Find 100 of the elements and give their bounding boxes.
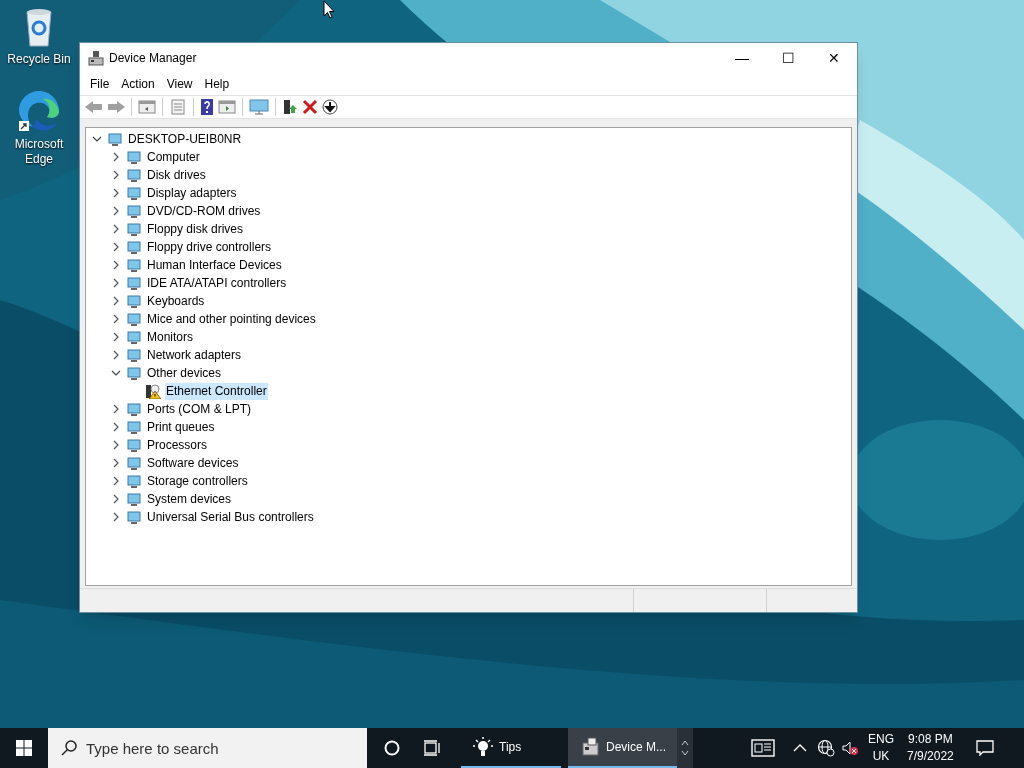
device-icon — [107, 131, 123, 147]
chevron-right-icon[interactable] — [111, 440, 121, 450]
chevron-right-icon[interactable] — [111, 152, 121, 162]
download-icon[interactable] — [321, 99, 339, 115]
device-icon — [126, 167, 142, 183]
desktop-icon-label[interactable]: Microsoft Edge — [4, 137, 74, 167]
chevron-right-icon[interactable] — [111, 314, 121, 324]
menu-item[interactable]: Action — [115, 75, 161, 93]
clock-time[interactable]: 9:08 PM — [908, 731, 953, 748]
device-icon — [126, 275, 142, 291]
chevron-right-icon[interactable] — [111, 458, 121, 468]
help-icon[interactable] — [199, 99, 215, 115]
tree-item[interactable]: System devices — [146, 490, 233, 508]
tree-item[interactable]: Floppy disk drives — [146, 220, 245, 238]
monitor-icon[interactable] — [248, 99, 270, 115]
tree-item[interactable]: Display adapters — [146, 184, 238, 202]
device-icon — [126, 149, 142, 165]
chevron-right-icon[interactable] — [111, 404, 121, 414]
globe-icon[interactable] — [817, 739, 835, 757]
taskbar-app-button[interactable]: Tips — [461, 728, 561, 768]
menu-item[interactable]: Help — [198, 75, 236, 93]
desktop-icon-label[interactable]: Recycle Bin — [4, 52, 74, 67]
forward-arrow-icon[interactable] — [106, 99, 126, 115]
clock-date[interactable]: 7/9/2022 — [907, 748, 954, 765]
console-tree-icon[interactable] — [137, 99, 157, 115]
device-manager-icon — [88, 50, 104, 66]
language-indicator[interactable]: ENG — [868, 731, 894, 748]
tree-item[interactable]: Mice and other pointing devices — [146, 310, 317, 328]
windows-start-icon[interactable] — [16, 740, 32, 756]
maximize-button[interactable]: ☐ — [765, 43, 811, 73]
tree-item[interactable]: Network adapters — [146, 346, 243, 364]
device-icon — [126, 401, 142, 417]
device-icon — [126, 293, 142, 309]
notifications-icon[interactable] — [975, 740, 994, 756]
tree-item[interactable]: DESKTOP-UEIB0NR — [127, 130, 243, 148]
chevron-right-icon[interactable] — [111, 512, 121, 522]
news-icon[interactable] — [751, 739, 775, 757]
tree-item[interactable]: Monitors — [146, 328, 194, 346]
chevron-right-icon[interactable] — [111, 494, 121, 504]
device-icon — [126, 221, 142, 237]
taskbar-app-button[interactable]: Device M... — [568, 728, 677, 768]
chevron-right-icon[interactable] — [111, 332, 121, 342]
tree-item[interactable]: Floppy drive controllers — [146, 238, 273, 256]
chevron-right-icon[interactable] — [111, 170, 121, 180]
device-manager-icon — [580, 737, 600, 757]
chevron-down-icon[interactable] — [111, 368, 121, 378]
device-icon — [126, 455, 142, 471]
chevron-right-icon[interactable] — [111, 422, 121, 432]
device-icon — [126, 203, 142, 219]
tree-item[interactable]: IDE ATA/ATAPI controllers — [146, 274, 288, 292]
menu-item[interactable]: View — [160, 75, 199, 93]
chevron-right-icon[interactable] — [111, 296, 121, 306]
cortana-circle-icon[interactable] — [384, 740, 400, 756]
speaker-muted-icon[interactable] — [841, 740, 859, 756]
search-icon — [60, 739, 78, 757]
search-field[interactable]: Type here to search — [48, 728, 367, 768]
tree-item[interactable]: Computer — [146, 148, 201, 166]
tree-item[interactable]: Software devices — [146, 454, 240, 472]
tree-item[interactable]: Other devices — [146, 364, 223, 382]
chevron-right-icon[interactable] — [111, 206, 121, 216]
tree-item[interactable]: Storage controllers — [146, 472, 249, 490]
chevron-right-icon[interactable] — [111, 242, 121, 252]
close-icon[interactable] — [301, 99, 319, 115]
chevron-up-icon[interactable] — [793, 743, 807, 753]
close-button[interactable]: ✕ — [811, 43, 857, 73]
device-icon — [126, 365, 142, 381]
lightbulb-icon — [473, 737, 493, 757]
menu-item[interactable]: File — [84, 75, 116, 93]
task-view-icon[interactable] — [423, 740, 441, 756]
device-icon — [126, 437, 142, 453]
tree-item[interactable]: Universal Serial Bus controllers — [146, 508, 315, 526]
chevron-right-icon[interactable] — [111, 476, 121, 486]
tree-item[interactable]: Ethernet Controller — [165, 382, 268, 400]
device-icon — [126, 347, 142, 363]
device-icon — [126, 257, 142, 273]
tree-item[interactable]: Disk drives — [146, 166, 207, 184]
device-icon — [126, 473, 142, 489]
tree-item[interactable]: Keyboards — [146, 292, 206, 310]
device-icon — [126, 509, 142, 525]
chevron-down-icon[interactable] — [92, 134, 102, 144]
back-arrow-icon[interactable] — [84, 99, 104, 115]
language-indicator[interactable]: UK — [872, 748, 890, 765]
minimize-button[interactable]: — — [719, 43, 765, 73]
edge-logo-icon[interactable] — [17, 89, 61, 133]
chevron-right-icon[interactable] — [111, 188, 121, 198]
tree-item[interactable]: Ports (COM & LPT) — [146, 400, 252, 418]
taskbar-scroll[interactable] — [677, 728, 693, 768]
chevron-right-icon[interactable] — [111, 278, 121, 288]
tree-item[interactable]: Processors — [146, 436, 209, 454]
chevron-right-icon[interactable] — [111, 260, 121, 270]
window-title: Device Manager — [109, 50, 197, 67]
tree-item[interactable]: Human Interface Devices — [146, 256, 283, 274]
chevron-down-icon — [681, 750, 689, 756]
update-driver-icon[interactable] — [281, 99, 299, 115]
chevron-right-icon[interactable] — [111, 224, 121, 234]
chevron-right-icon[interactable] — [111, 350, 121, 360]
device-icon — [126, 185, 142, 201]
device-icon — [126, 239, 142, 255]
tree-item[interactable]: DVD/CD-ROM drives — [146, 202, 262, 220]
tree-item[interactable]: Print queues — [146, 418, 216, 436]
